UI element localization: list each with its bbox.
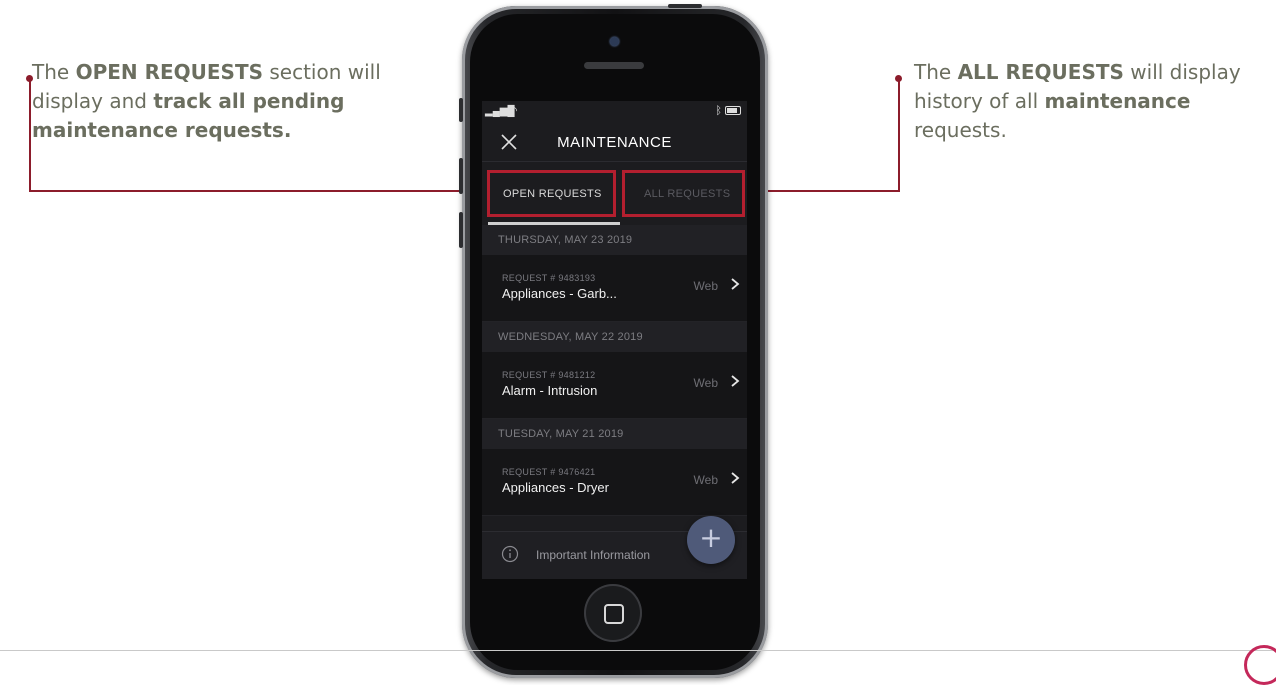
callout-text: requests.	[914, 118, 1007, 142]
request-name: Alarm - Intrusion	[502, 383, 598, 398]
page-title: MAINTENANCE	[557, 134, 672, 151]
list-item[interactable]: REQUEST # 9481212 Alarm - Intrusion Web	[482, 352, 747, 419]
highlight-all-requests	[622, 170, 745, 217]
divider	[0, 650, 1276, 651]
date-header: THURSDAY, MAY 23 2019	[482, 225, 747, 255]
request-name: Appliances - Dryer	[502, 480, 609, 495]
callout-text: The	[32, 60, 76, 84]
info-icon	[501, 545, 519, 563]
add-request-button[interactable]: +	[687, 516, 735, 564]
request-number: REQUEST # 9483193	[502, 273, 596, 283]
request-name: Appliances - Garb...	[502, 286, 617, 301]
plus-icon: +	[699, 521, 723, 554]
callout-open-requests: The OPEN REQUESTS section will display a…	[32, 58, 412, 145]
wifi-icon: ◠	[508, 105, 518, 117]
date-header: TUESDAY, MAY 21 2019	[482, 419, 747, 449]
callout-line-left-horizontal	[29, 190, 489, 192]
date-header: WEDNESDAY, MAY 22 2019	[482, 322, 747, 352]
volume-up-button	[459, 158, 463, 194]
callout-text: The	[914, 60, 958, 84]
list-item[interactable]: REQUEST # 9483193 Appliances - Garb... W…	[482, 255, 747, 322]
home-button[interactable]	[584, 584, 642, 642]
home-square-icon	[604, 604, 624, 624]
highlight-open-requests	[487, 170, 616, 217]
status-right: ᛒ	[715, 105, 741, 117]
camera-icon	[610, 37, 619, 46]
chevron-right-icon	[731, 472, 740, 484]
logo-mark	[1244, 645, 1276, 685]
status-bar: ▂▄▆█ ◠ ᛒ	[482, 101, 747, 127]
power-button	[668, 4, 702, 8]
nav-bar: MAINTENANCE	[482, 127, 747, 162]
speaker-grille	[584, 62, 644, 69]
callout-line-right-horizontal	[745, 190, 900, 192]
request-source: Web	[693, 473, 718, 487]
request-source: Web	[693, 376, 718, 390]
callout-line-right-vertical	[898, 79, 900, 192]
mute-switch	[459, 98, 463, 122]
callout-line-left-vertical	[29, 79, 31, 192]
callout-all-requests: The ALL REQUESTS will display history of…	[914, 58, 1274, 145]
bluetooth-icon: ᛒ	[715, 105, 722, 117]
callout-bold: maintenance	[1044, 89, 1191, 113]
request-source: Web	[693, 279, 718, 293]
request-number: REQUEST # 9476421	[502, 467, 596, 477]
chevron-right-icon	[731, 278, 740, 290]
important-information-label: Important Information	[536, 548, 651, 562]
request-number: REQUEST # 9481212	[502, 370, 596, 380]
callout-bold: ALL REQUESTS	[957, 60, 1124, 84]
battery-icon	[725, 106, 741, 115]
request-list: THURSDAY, MAY 23 2019 REQUEST # 9483193 …	[482, 225, 747, 516]
chevron-right-icon	[731, 375, 740, 387]
list-item[interactable]: REQUEST # 9476421 Appliances - Dryer Web	[482, 449, 747, 516]
callout-bold: OPEN REQUESTS	[75, 60, 264, 84]
volume-down-button	[459, 212, 463, 248]
